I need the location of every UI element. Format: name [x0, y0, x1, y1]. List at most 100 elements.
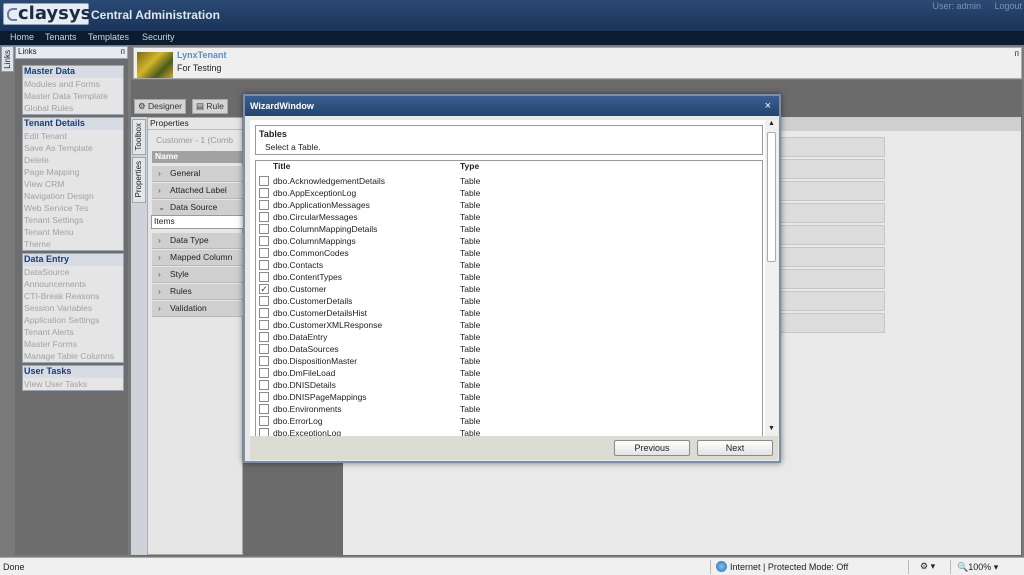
link-item[interactable]: Tenant Alerts — [23, 326, 123, 338]
canvas-cell[interactable] — [770, 269, 885, 289]
row-checkbox[interactable] — [259, 176, 269, 186]
link-item[interactable]: Manage Table Columns — [23, 350, 123, 362]
row-checkbox[interactable] — [259, 320, 269, 330]
nav-tenants[interactable]: Tenants — [45, 32, 77, 42]
table-row[interactable]: dbo.CustomerDetailsHist Table — [256, 307, 762, 319]
logout-link[interactable]: Logout — [994, 1, 1022, 11]
row-checkbox[interactable] — [259, 272, 269, 282]
table-row[interactable]: dbo.Contacts Table — [256, 259, 762, 271]
link-item[interactable]: Announcements — [23, 278, 123, 290]
nav-home[interactable]: Home — [10, 32, 34, 42]
link-item[interactable]: Edit Tenant — [23, 130, 123, 142]
canvas-cell[interactable] — [770, 313, 885, 333]
pin-icon[interactable]: ᴨ — [121, 47, 125, 56]
link-item[interactable]: View User Tasks — [23, 378, 123, 390]
link-item[interactable]: Global Rules — [23, 102, 123, 114]
link-group-title[interactable]: Data Entry — [23, 254, 123, 266]
table-row[interactable]: dbo.DNISDetails Table — [256, 379, 762, 391]
table-row[interactable]: dbo.DataEntry Table — [256, 331, 762, 343]
link-item[interactable]: View CRM — [23, 178, 123, 190]
pin-icon[interactable]: ᴨ — [1015, 49, 1019, 58]
canvas-cell[interactable] — [770, 137, 885, 157]
canvas-cell[interactable] — [770, 203, 885, 223]
scroll-up-icon[interactable]: ▲ — [768, 120, 775, 127]
prop-style[interactable]: › Style — [152, 267, 244, 283]
row-checkbox[interactable] — [259, 200, 269, 210]
table-row[interactable]: dbo.CustomerDetails Table — [256, 295, 762, 307]
prop-general[interactable]: › General — [152, 166, 244, 182]
table-row[interactable]: dbo.ErrorLog Table — [256, 415, 762, 427]
link-item[interactable]: Tenant Menu — [23, 226, 123, 238]
scrollbar-thumb[interactable] — [767, 132, 776, 262]
table-row[interactable]: ✓ dbo.Customer Table — [256, 283, 762, 295]
row-checkbox[interactable] — [259, 416, 269, 426]
tab-properties[interactable]: Properties — [132, 157, 146, 203]
table-row[interactable]: dbo.DmFileLoad Table — [256, 367, 762, 379]
link-group-title[interactable]: User Tasks — [23, 366, 123, 378]
link-item[interactable]: Modules and Forms — [23, 78, 123, 90]
row-checkbox[interactable] — [259, 404, 269, 414]
link-item[interactable]: Master Forms — [23, 338, 123, 350]
link-item[interactable]: Master Data Template — [23, 90, 123, 102]
row-checkbox[interactable] — [259, 188, 269, 198]
row-checkbox[interactable]: ✓ — [259, 284, 269, 294]
rule-button[interactable]: ▤ Rule — [192, 99, 228, 114]
close-icon[interactable]: × — [765, 100, 771, 112]
row-checkbox[interactable] — [259, 260, 269, 270]
link-group-title[interactable]: Master Data — [23, 66, 123, 78]
row-checkbox[interactable] — [259, 296, 269, 306]
table-row[interactable]: dbo.CircularMessages Table — [256, 211, 762, 223]
prop-validation[interactable]: › Validation — [152, 301, 244, 317]
table-row[interactable]: dbo.CommonCodes Table — [256, 247, 762, 259]
next-button[interactable]: Next — [697, 440, 773, 456]
row-checkbox[interactable] — [259, 332, 269, 342]
table-row[interactable]: dbo.ColumnMappings Table — [256, 235, 762, 247]
table-row[interactable]: dbo.Environments Table — [256, 403, 762, 415]
row-checkbox[interactable] — [259, 356, 269, 366]
table-row[interactable]: dbo.AcknowledgementDetails Table — [256, 175, 762, 187]
link-item[interactable]: CTI-Break Reasons — [23, 290, 123, 302]
prop-data-type[interactable]: › Data Type — [152, 233, 244, 249]
prop-data-source[interactable]: ⌄ Data Source — [152, 200, 244, 216]
canvas-cell[interactable] — [770, 247, 885, 267]
protected-mode-icon[interactable]: ⚙ ▾ — [920, 561, 935, 572]
link-item[interactable]: Delete — [23, 154, 123, 166]
row-checkbox[interactable] — [259, 224, 269, 234]
zoom-level[interactable]: 🔍100% ▾ — [957, 562, 998, 573]
row-checkbox[interactable] — [259, 368, 269, 378]
row-checkbox[interactable] — [259, 236, 269, 246]
table-row[interactable]: dbo.ApplicationMessages Table — [256, 199, 762, 211]
link-item[interactable]: Session Variables — [23, 302, 123, 314]
table-row[interactable]: dbo.DispositionMaster Table — [256, 355, 762, 367]
row-checkbox[interactable] — [259, 392, 269, 402]
prop-attached-label[interactable]: › Attached Label — [152, 183, 244, 199]
canvas-cell[interactable] — [770, 225, 885, 245]
link-item[interactable]: Web Service Tes — [23, 202, 123, 214]
link-item[interactable]: Navigation Design — [23, 190, 123, 202]
table-row[interactable]: dbo.ContentTypes Table — [256, 271, 762, 283]
link-item[interactable]: DataSource — [23, 266, 123, 278]
table-row[interactable]: dbo.CustomerXMLResponse Table — [256, 319, 762, 331]
scroll-down-icon[interactable]: ▼ — [768, 425, 775, 432]
canvas-cell[interactable] — [770, 159, 885, 179]
link-item[interactable]: Application Settings — [23, 314, 123, 326]
prop-rules[interactable]: › Rules — [152, 284, 244, 300]
nav-templates[interactable]: Templates — [88, 32, 129, 42]
prop-mapped-column[interactable]: › Mapped Column — [152, 250, 244, 266]
items-field[interactable]: Items — [151, 215, 244, 229]
row-checkbox[interactable] — [259, 212, 269, 222]
control-selector[interactable]: Customer - 1 (Comb — [151, 135, 245, 149]
previous-button[interactable]: Previous — [614, 440, 690, 456]
link-group-title[interactable]: Tenant Details — [23, 118, 123, 130]
tenant-name[interactable]: LynxTenant — [177, 50, 227, 60]
link-item[interactable]: Page Mapping — [23, 166, 123, 178]
table-row[interactable]: dbo.AppExceptionLog Table — [256, 187, 762, 199]
links-side-tab[interactable]: Links — [1, 46, 14, 72]
link-item[interactable]: Theme — [23, 238, 123, 250]
row-checkbox[interactable] — [259, 380, 269, 390]
canvas-cell[interactable] — [770, 181, 885, 201]
table-row[interactable]: dbo.ColumnMappingDetails Table — [256, 223, 762, 235]
table-row[interactable]: dbo.DataSources Table — [256, 343, 762, 355]
row-checkbox[interactable] — [259, 308, 269, 318]
link-item[interactable]: Save As Template — [23, 142, 123, 154]
